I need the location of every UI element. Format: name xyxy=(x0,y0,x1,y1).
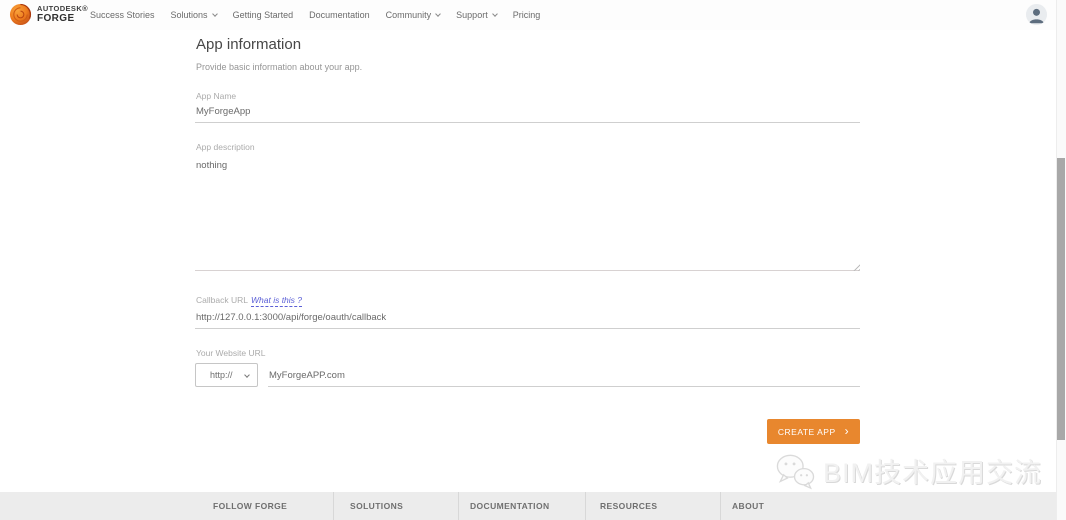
wechat-icon xyxy=(775,452,815,490)
website-url-input[interactable] xyxy=(268,367,860,387)
forge-create-app-page: AUTODESK® FORGE Success Stories Solution… xyxy=(0,0,1066,520)
nav-pricing[interactable]: Pricing xyxy=(513,10,541,20)
footer-col-documentation: DOCUMENTATION xyxy=(470,501,550,511)
forge-sphere-icon xyxy=(9,3,32,26)
footer-divider xyxy=(720,492,721,520)
callback-url-label: Callback URL xyxy=(196,295,248,305)
footer-col-follow-forge: FOLLOW FORGE xyxy=(213,501,287,511)
nav-success-stories[interactable]: Success Stories xyxy=(90,10,155,20)
nav-solutions[interactable]: Solutions xyxy=(171,10,217,20)
footer-col-resources: RESOURCES xyxy=(600,501,657,511)
brand-autodesk: AUTODESK® xyxy=(37,5,88,13)
nav-support-label: Support xyxy=(456,10,488,20)
chevron-right-icon: › xyxy=(845,425,850,437)
chevron-down-icon xyxy=(435,11,441,17)
primary-nav: Success Stories Solutions Getting Starte… xyxy=(90,0,540,30)
nav-documentation[interactable]: Documentation xyxy=(309,10,370,20)
protocol-select[interactable]: http:// xyxy=(195,363,258,387)
autodesk-forge-logo[interactable]: AUTODESK® FORGE xyxy=(9,3,88,26)
create-app-label: CREATE APP xyxy=(778,427,836,437)
footer-col-about: ABOUT xyxy=(732,501,764,511)
top-nav-bar: AUTODESK® FORGE Success Stories Solution… xyxy=(0,0,1066,30)
protocol-value: http:// xyxy=(210,370,233,380)
brand-forge: FORGE xyxy=(37,14,88,24)
chevron-down-icon xyxy=(212,11,218,17)
create-app-button[interactable]: CREATE APP › xyxy=(767,419,860,444)
app-name-input[interactable] xyxy=(195,103,860,123)
vertical-scrollbar-track[interactable] xyxy=(1056,0,1066,520)
chevron-down-icon xyxy=(244,372,250,378)
footer-divider xyxy=(458,492,459,520)
nav-getting-started[interactable]: Getting Started xyxy=(233,10,294,20)
footer-divider xyxy=(333,492,334,520)
nav-community[interactable]: Community xyxy=(386,10,441,20)
nav-solutions-label: Solutions xyxy=(171,10,208,20)
footer-col-solutions: SOLUTIONS xyxy=(350,501,403,511)
nav-support[interactable]: Support xyxy=(456,10,497,20)
footer: FOLLOW FORGE SOLUTIONS DOCUMENTATION RES… xyxy=(0,492,1066,520)
website-url-label: Your Website URL xyxy=(196,348,265,358)
user-avatar[interactable] xyxy=(1026,4,1047,25)
what-is-this-link[interactable]: What is this ? xyxy=(251,295,302,307)
logo-text: AUTODESK® FORGE xyxy=(37,5,88,24)
nav-community-label: Community xyxy=(386,10,432,20)
page-title: App information xyxy=(196,36,301,53)
chevron-down-icon xyxy=(492,11,498,17)
app-name-label: App Name xyxy=(196,91,236,101)
person-icon xyxy=(1026,4,1047,25)
footer-divider xyxy=(585,492,586,520)
page-subtitle: Provide basic information about your app… xyxy=(196,62,362,72)
app-description-label: App description xyxy=(196,142,255,152)
watermark-text: BIM技术应用交流 xyxy=(823,451,1042,490)
callback-url-input[interactable] xyxy=(195,309,860,329)
app-description-textarea[interactable]: nothing xyxy=(195,154,860,271)
vertical-scrollbar-thumb[interactable] xyxy=(1057,158,1065,440)
watermark: BIM技术应用交流 xyxy=(775,451,1042,490)
